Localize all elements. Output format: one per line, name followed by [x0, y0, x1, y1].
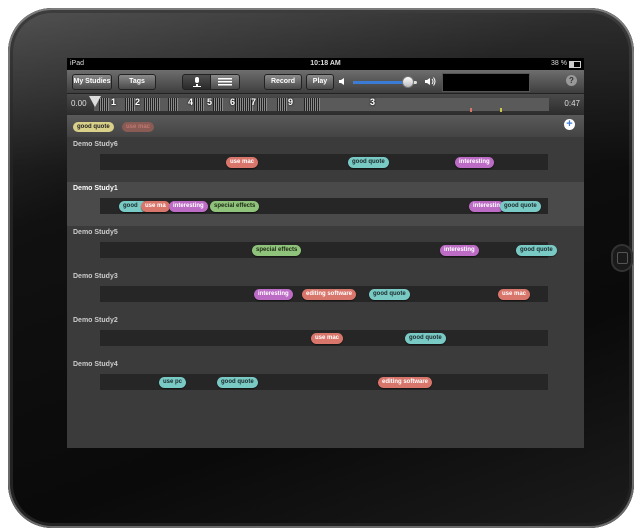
study-row[interactable]: Demo Study4 use pc good quote editing so…: [67, 358, 584, 402]
timeline-marker-label: 5: [207, 97, 213, 107]
timeline-marker-label: 7: [251, 97, 257, 107]
timeline-marker: [304, 98, 320, 111]
tag-chip[interactable]: interesting: [169, 201, 208, 212]
timeline-marker-label: 4: [188, 97, 194, 107]
timeline-marker: [168, 98, 178, 111]
battery-status: 38 %: [551, 58, 581, 70]
timeline-marker: [213, 98, 223, 111]
timeline-marker-label: 3: [370, 97, 376, 107]
tag-chip[interactable]: good quote: [405, 333, 446, 344]
microphone-icon: [193, 77, 201, 87]
volume-slider-knob[interactable]: [402, 76, 415, 88]
battery-label: 38 %: [551, 60, 567, 67]
timeline-marker-label: 2: [135, 97, 141, 107]
timeline-bar[interactable]: 0.00 1 2 4 5 6 7 9 3 0:47: [67, 94, 584, 115]
volume-high-icon: [425, 77, 436, 86]
tags-button[interactable]: Tags: [118, 74, 156, 90]
toolbar: My Studies Tags Record Play ?: [67, 70, 584, 94]
microphone-view-button[interactable]: [182, 74, 212, 90]
timeline-marker: [194, 98, 204, 111]
tag-chip[interactable]: good quote: [348, 157, 389, 168]
list-view-button[interactable]: [210, 74, 240, 90]
study-row[interactable]: Demo Study6 use mac good quote interesti…: [67, 138, 584, 182]
tag-chip[interactable]: interestin: [469, 201, 505, 212]
app-screen: iPad 10:18 AM 38 % My Studies Tags Recor…: [67, 58, 584, 448]
timeline-marker: [144, 98, 160, 111]
audio-level-display: [442, 73, 530, 92]
play-button[interactable]: Play: [306, 74, 334, 90]
timeline-marker-label: 9: [288, 97, 294, 107]
study-row[interactable]: Demo Study1 good use ma interesting spec…: [67, 182, 584, 226]
timeline-track[interactable]: 1 2 4 5 6 7 9 3: [94, 97, 549, 112]
clock: 10:18 AM: [310, 60, 341, 67]
study-name: Demo Study3: [73, 273, 118, 280]
tag-chip[interactable]: use ma: [141, 201, 170, 212]
study-timeline-lane[interactable]: special effects interesting good quote: [100, 242, 557, 258]
study-name: Demo Study1: [73, 185, 118, 192]
add-tag-button[interactable]: +: [564, 119, 575, 130]
tag-chip[interactable]: special effects: [210, 201, 260, 212]
study-timeline-lane[interactable]: use mac good quote: [100, 330, 548, 346]
volume-slider-fill: [353, 81, 408, 84]
tag-chip[interactable]: editing software: [302, 289, 357, 300]
home-square-icon: [617, 252, 628, 264]
tag-chip[interactable]: interesting: [440, 245, 479, 256]
status-bar: iPad 10:18 AM 38 %: [67, 58, 584, 70]
study-name: Demo Study2: [73, 317, 118, 324]
timeline-start-time: 0.00: [71, 99, 87, 108]
filter-tag-use-mac[interactable]: use mac: [122, 122, 155, 132]
tag-chip[interactable]: editing software: [378, 377, 433, 388]
timeline-marker-label: 1: [111, 97, 117, 107]
playhead-icon[interactable]: [89, 96, 101, 107]
my-studies-button[interactable]: My Studies: [72, 74, 112, 90]
study-name: Demo Study4: [73, 361, 118, 368]
study-name: Demo Study6: [73, 141, 118, 148]
tag-chip[interactable]: use mac: [311, 333, 344, 344]
filter-tag-good-quote[interactable]: good quote: [73, 122, 114, 132]
tag-chip[interactable]: good quote: [500, 201, 541, 212]
tag-chip[interactable]: use pc: [159, 377, 187, 388]
timeline-marker: [277, 98, 287, 111]
tag-filter-bar: good quote use mac: [67, 115, 584, 137]
timeline-marker: [125, 98, 135, 111]
timeline-marker-label: 6: [230, 97, 236, 107]
tag-chip[interactable]: good quote: [369, 289, 410, 300]
record-button[interactable]: Record: [264, 74, 302, 90]
study-timeline-lane[interactable]: use mac good quote interesting: [100, 154, 548, 170]
timeline-tag-tick: [500, 108, 502, 112]
tag-chip[interactable]: interesting: [254, 289, 293, 300]
tag-chip[interactable]: special effects: [252, 245, 302, 256]
tag-chip[interactable]: use mac: [498, 289, 531, 300]
study-name: Demo Study5: [73, 229, 118, 236]
battery-icon: [569, 60, 581, 68]
help-button[interactable]: ?: [566, 75, 577, 86]
study-timeline-lane[interactable]: use pc good quote editing software: [100, 374, 548, 390]
tag-chip[interactable]: use mac: [226, 157, 259, 168]
study-timeline-lane[interactable]: interesting editing software good quote …: [100, 286, 548, 302]
timeline-tag-tick: [470, 108, 472, 112]
volume-low-icon: [339, 78, 344, 85]
tag-chip[interactable]: good quote: [217, 377, 258, 388]
study-row[interactable]: Demo Study3 interesting editing software…: [67, 270, 584, 314]
tag-chip[interactable]: interesting: [455, 157, 494, 168]
study-row[interactable]: Demo Study2 use mac good quote: [67, 314, 584, 358]
timeline-marker: [257, 98, 267, 111]
study-timeline-lane[interactable]: good use ma interesting special effects …: [100, 198, 548, 214]
tag-chip[interactable]: good quote: [516, 245, 557, 256]
study-row[interactable]: Demo Study5 special effects interesting …: [67, 226, 584, 270]
list-icon: [218, 78, 232, 86]
timeline-end-time: 0:47: [564, 99, 580, 108]
